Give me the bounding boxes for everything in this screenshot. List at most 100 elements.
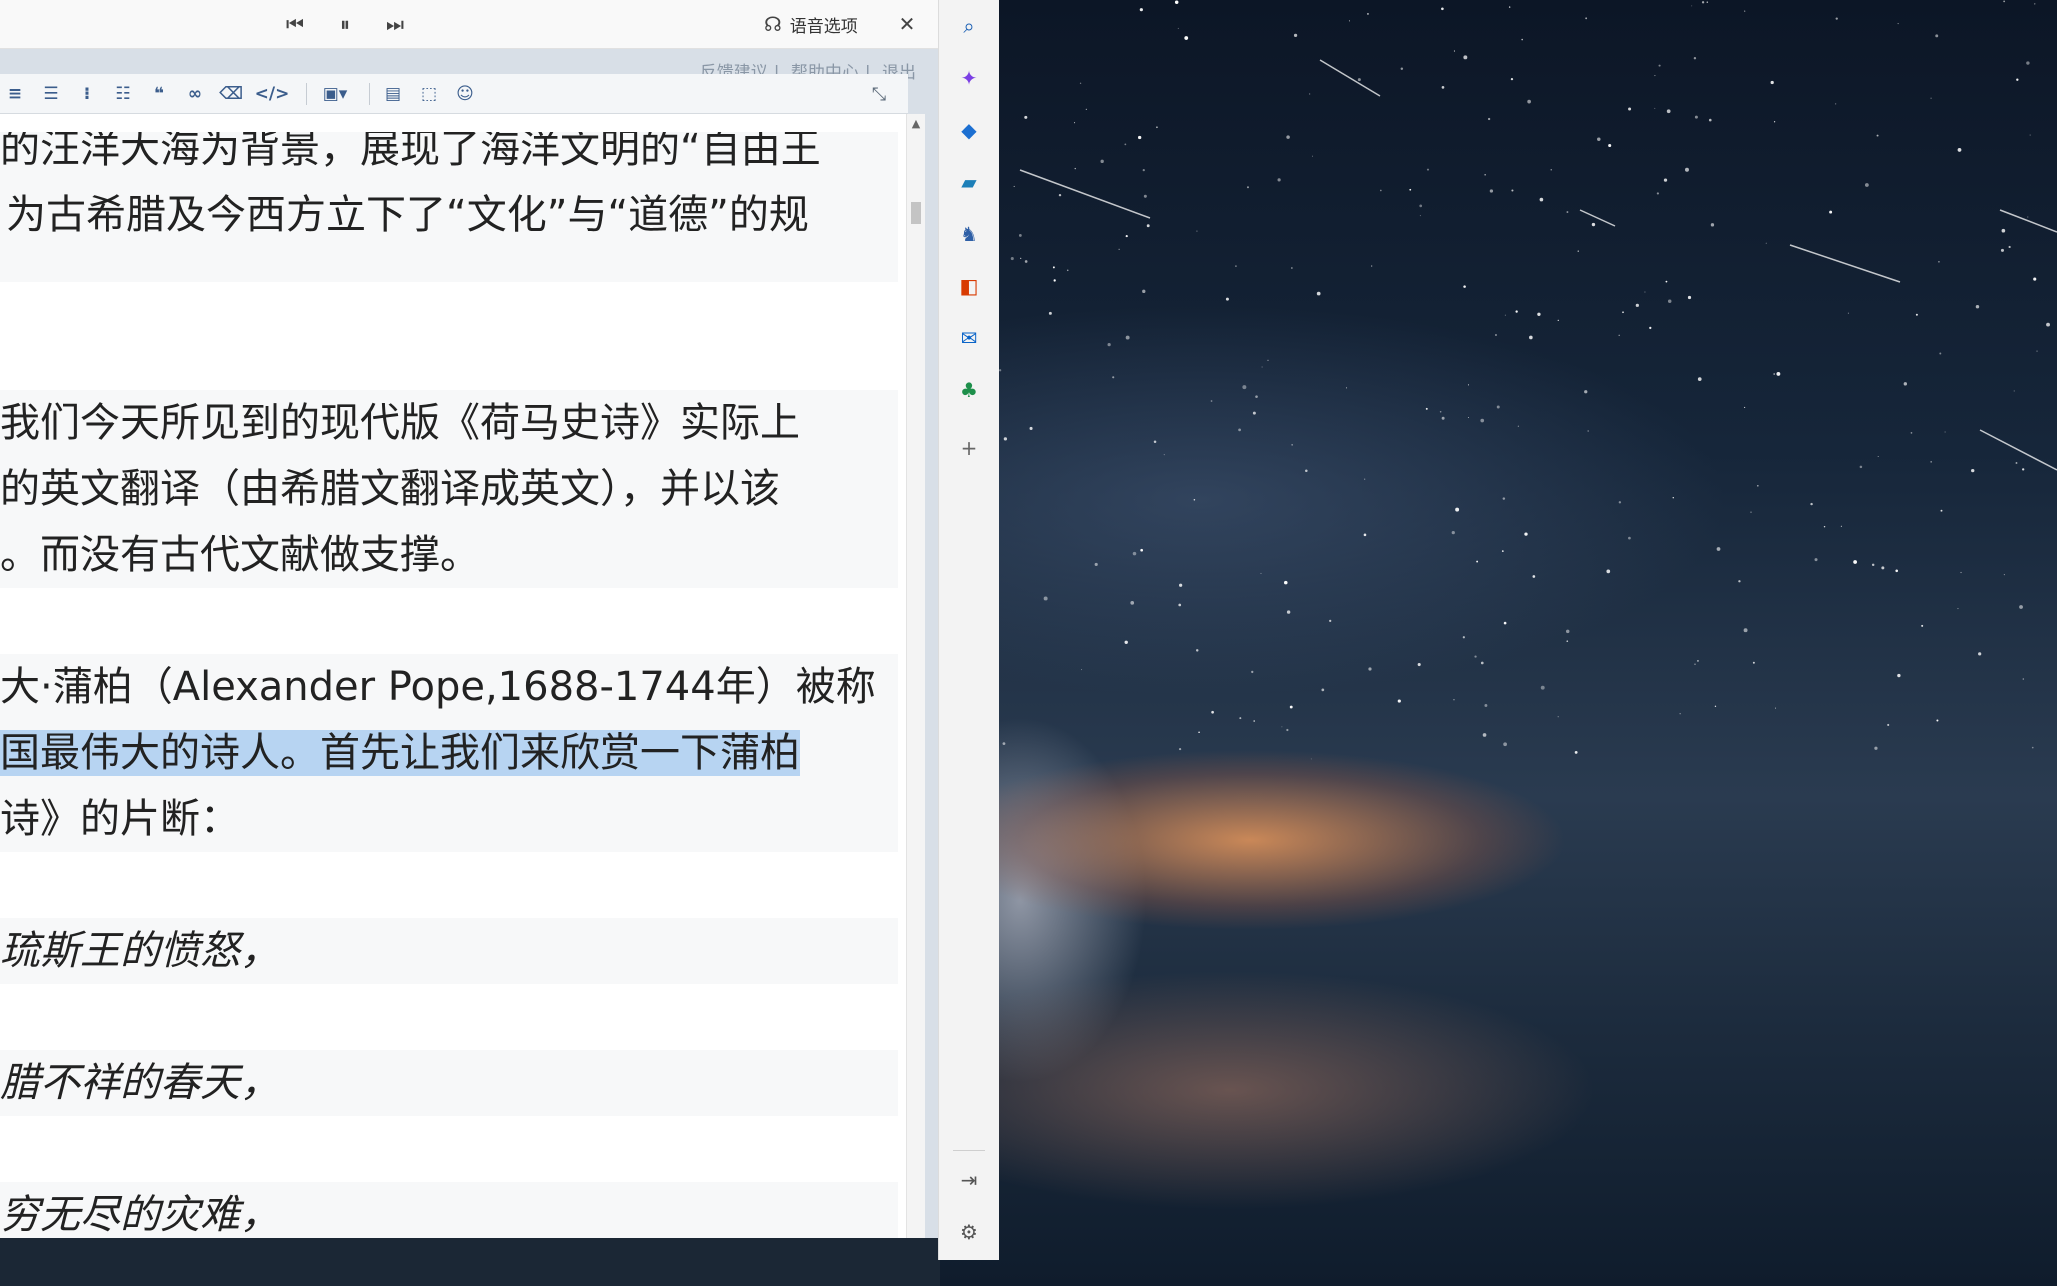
tools-icon[interactable]: ▰ [953,166,985,198]
search-icon[interactable]: ⌕ [953,10,985,42]
star [1756,484,1759,487]
star [1368,667,1372,671]
star [1649,326,1652,330]
voice-icon: ☊ [764,12,782,36]
settings-icon[interactable]: ⚙ [953,1216,985,1248]
star [1577,250,1579,252]
star [1024,115,1028,119]
star [1628,107,1632,111]
star [1363,533,1367,537]
games-icon[interactable]: ♞ [953,218,985,250]
edge-sidebar: ⌕ ✦ ◆ ▰ ♞ ◧ ✉ ♣ + ⇥ ⚙ [938,0,999,1260]
star [1938,261,1940,263]
text-line: 。而没有古代文献做支撑。 [0,532,480,578]
star [1752,661,1755,664]
star [1484,174,1486,176]
shopping-icon[interactable]: ◆ [953,114,985,146]
office-icon[interactable]: ◧ [953,270,985,302]
star [1694,663,1696,665]
star [1775,707,1777,709]
star [1597,137,1601,141]
star [1474,655,1477,658]
hide-sidebar-icon[interactable]: ⇥ [953,1164,985,1196]
star [1174,0,1179,5]
star [1840,525,1842,527]
star [2008,245,2011,249]
star [1776,371,1781,376]
star [1480,661,1484,665]
text-line: 诗》的片断： [0,796,240,842]
star [1462,636,1465,639]
star [1079,82,1082,84]
star [1897,23,1899,25]
text-line: 琉斯王的愤怒， [0,928,280,974]
star [1930,461,1932,463]
star [1130,601,1135,605]
star [1255,395,1258,398]
vertical-scrollbar[interactable]: ▲ ▼ [906,114,925,1286]
ordered-list-icon[interactable]: ☷ [108,79,138,109]
outlook-icon[interactable]: ✉ [953,322,985,354]
paragraph: 大·蒲柏（Alexander Pope,1688-1744年）被称 国最伟大的诗… [0,654,898,852]
indent-icon[interactable]: ☰ [36,79,66,109]
tree-icon[interactable]: ♣ [953,374,985,406]
star [1367,13,1369,15]
star [1455,507,1460,512]
scroll-up-arrow-icon[interactable]: ▲ [910,118,922,130]
star [1311,155,1313,157]
star [1903,382,1907,386]
pause-icon[interactable]: ⏸ [328,8,362,40]
star [1251,670,1254,674]
close-icon[interactable]: ✕ [890,8,924,40]
star [1714,705,1717,708]
star [1881,566,1885,570]
star [1667,299,1672,303]
previous-icon[interactable]: ⏮ [278,8,312,40]
voice-options-button[interactable]: ☊ 语音选项 [764,8,858,40]
star [1441,416,1445,420]
star [1094,562,1098,567]
star [1346,387,1348,389]
page-icon[interactable]: ▤ [378,79,408,109]
select-icon[interactable]: ⬚ [414,79,444,109]
meteor-trail [1789,244,1901,283]
star [1944,431,1946,433]
list-icon[interactable]: ⁝ [72,79,102,109]
star [1261,366,1263,368]
star [1710,223,1715,227]
star [1557,716,1559,718]
star [1439,410,1442,413]
star [1364,478,1366,480]
quote-icon[interactable]: ❝ [144,79,174,109]
clear-format-icon[interactable]: ⌫ [216,79,246,109]
star [1467,417,1469,419]
star [1743,628,1748,633]
star [1242,385,1247,390]
star [1708,118,1712,122]
emoji-icon[interactable]: ☺ [450,79,480,109]
star [1286,728,1289,732]
star [1829,210,1833,214]
meteor-trail [1999,209,2057,233]
star [1085,108,1087,110]
star [1957,148,1962,152]
star [1622,311,1624,314]
star [1750,511,1752,513]
link-icon[interactable]: ∞ [180,79,210,109]
star [1467,384,1469,386]
collapse-icon[interactable]: ⤡ [864,79,894,109]
copilot-icon[interactable]: ✦ [953,62,985,94]
star [1305,469,1308,473]
add-icon[interactable]: + [953,432,985,464]
scroll-thumb[interactable] [911,202,921,224]
image-icon[interactable]: ▣▾ [315,79,355,109]
editor-body[interactable]: 的汪洋大海为背景，展现了海洋文明的“自由王 为古希腊及今西方立下了“文化”与“道… [0,114,908,1284]
sidebar-divider [953,1150,985,1151]
star [1198,731,1200,733]
align-icon[interactable]: ≡ [0,79,30,109]
next-icon[interactable]: ⏭ [378,8,412,40]
read-aloud-bar: ⏮ ⏸ ⏭ ☊ 语音选项 ✕ [0,0,939,49]
star [1557,319,1559,321]
star [1066,269,1069,272]
code-icon[interactable]: </> [252,79,292,109]
